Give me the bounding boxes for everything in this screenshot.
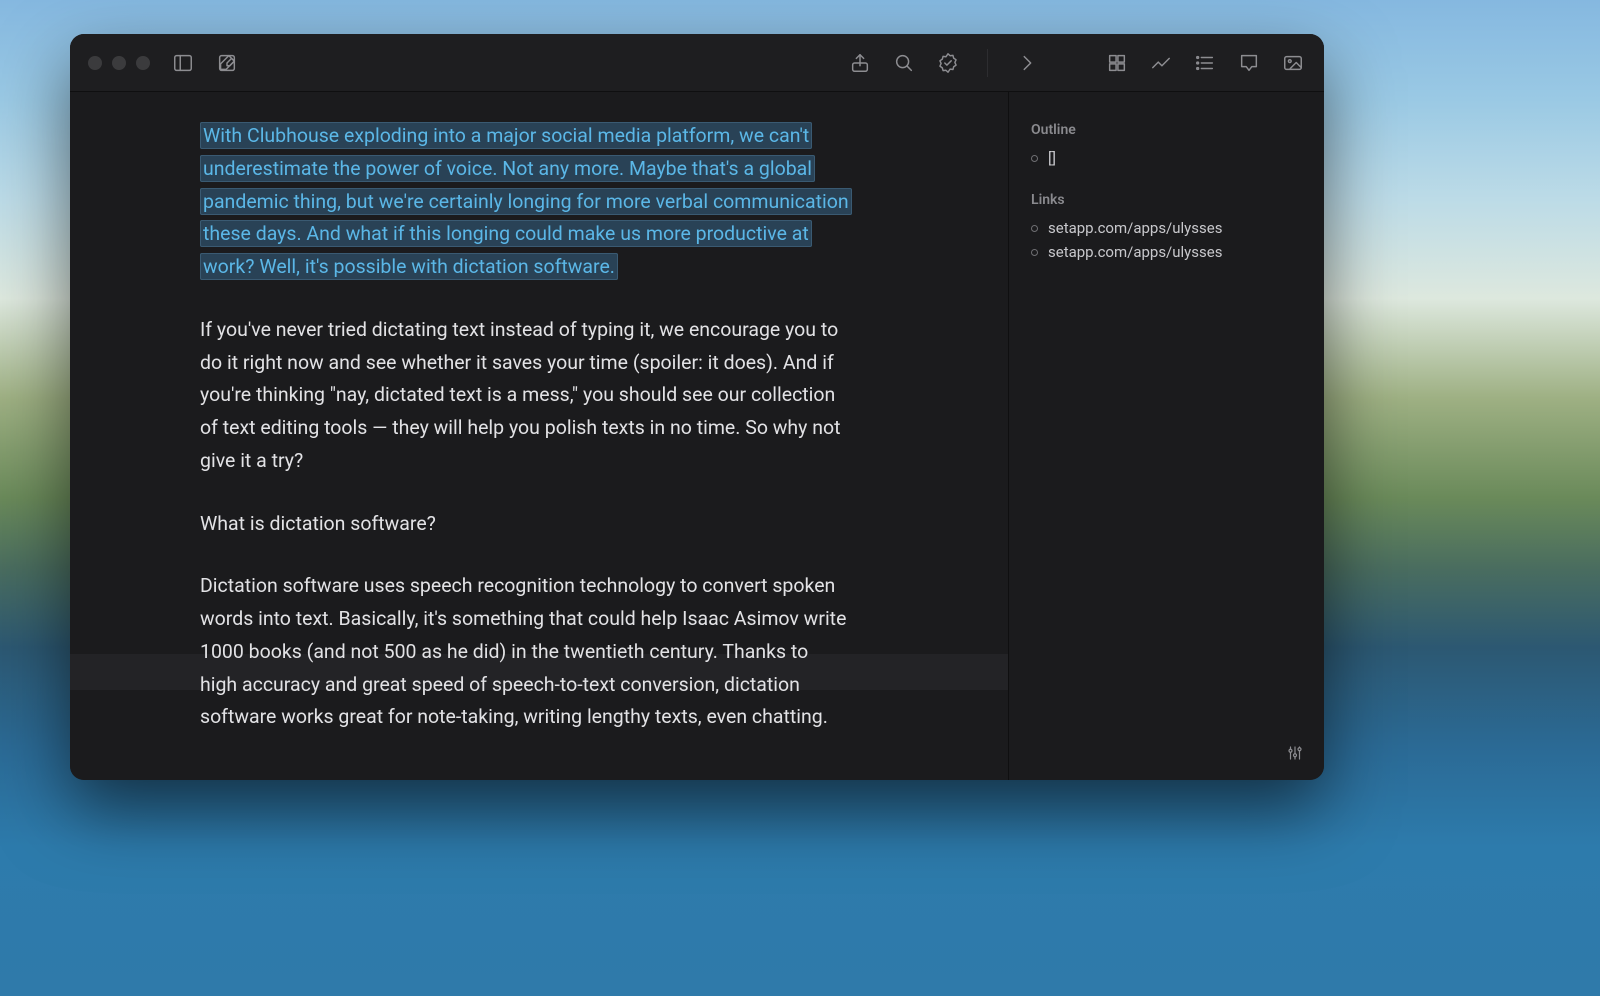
share-icon[interactable]: [849, 52, 871, 74]
stats-icon[interactable]: [1150, 52, 1172, 74]
paragraph-4[interactable]: Dictation software uses speech recogniti…: [200, 570, 850, 734]
bullet-icon: [1031, 155, 1038, 162]
links-heading: Links: [1031, 192, 1302, 208]
link-item-label: setapp.com/apps/ulysses: [1048, 243, 1222, 261]
zoom-window-button[interactable]: [136, 56, 150, 70]
ulysses-window: With Clubhouse exploding into a major so…: [70, 34, 1324, 780]
chevron-right-icon[interactable]: [1016, 52, 1038, 74]
window-controls: [88, 56, 150, 70]
paragraph-2[interactable]: If you've never tried dictating text ins…: [200, 314, 850, 478]
inspector-sidebar: Outline [] Links setapp.com/apps/ulysses…: [1008, 92, 1324, 780]
toolbar-divider: [987, 49, 988, 77]
sliders-icon: [1286, 744, 1304, 762]
editor-pane[interactable]: With Clubhouse exploding into a major so…: [70, 92, 1008, 780]
link-item[interactable]: setapp.com/apps/ulysses: [1031, 240, 1302, 264]
search-icon[interactable]: [893, 52, 915, 74]
outline-item[interactable]: []: [1031, 146, 1302, 170]
sidebar-settings-button[interactable]: [1286, 744, 1304, 762]
bullet-icon: [1031, 225, 1038, 232]
grid-icon[interactable]: [1106, 52, 1128, 74]
paragraph-1[interactable]: With Clubhouse exploding into a major so…: [200, 120, 850, 284]
compose-icon[interactable]: [216, 52, 238, 74]
link-item[interactable]: setapp.com/apps/ulysses: [1031, 216, 1302, 240]
bullet-icon: [1031, 249, 1038, 256]
selected-text[interactable]: With Clubhouse exploding into a major so…: [200, 122, 852, 280]
sidebar-toggle-icon[interactable]: [172, 52, 194, 74]
review-badge-icon[interactable]: [937, 52, 959, 74]
link-item-label: setapp.com/apps/ulysses: [1048, 219, 1222, 237]
titlebar: [70, 34, 1324, 92]
outline-item-label: []: [1048, 149, 1056, 167]
desktop-wallpaper: With Clubhouse exploding into a major so…: [0, 0, 1600, 996]
comment-icon[interactable]: [1238, 52, 1260, 74]
paragraph-3[interactable]: What is dictation software?: [200, 508, 850, 541]
outline-heading: Outline: [1031, 122, 1302, 138]
window-body: With Clubhouse exploding into a major so…: [70, 92, 1324, 780]
image-icon[interactable]: [1282, 52, 1304, 74]
list-icon[interactable]: [1194, 52, 1216, 74]
close-window-button[interactable]: [88, 56, 102, 70]
minimize-window-button[interactable]: [112, 56, 126, 70]
